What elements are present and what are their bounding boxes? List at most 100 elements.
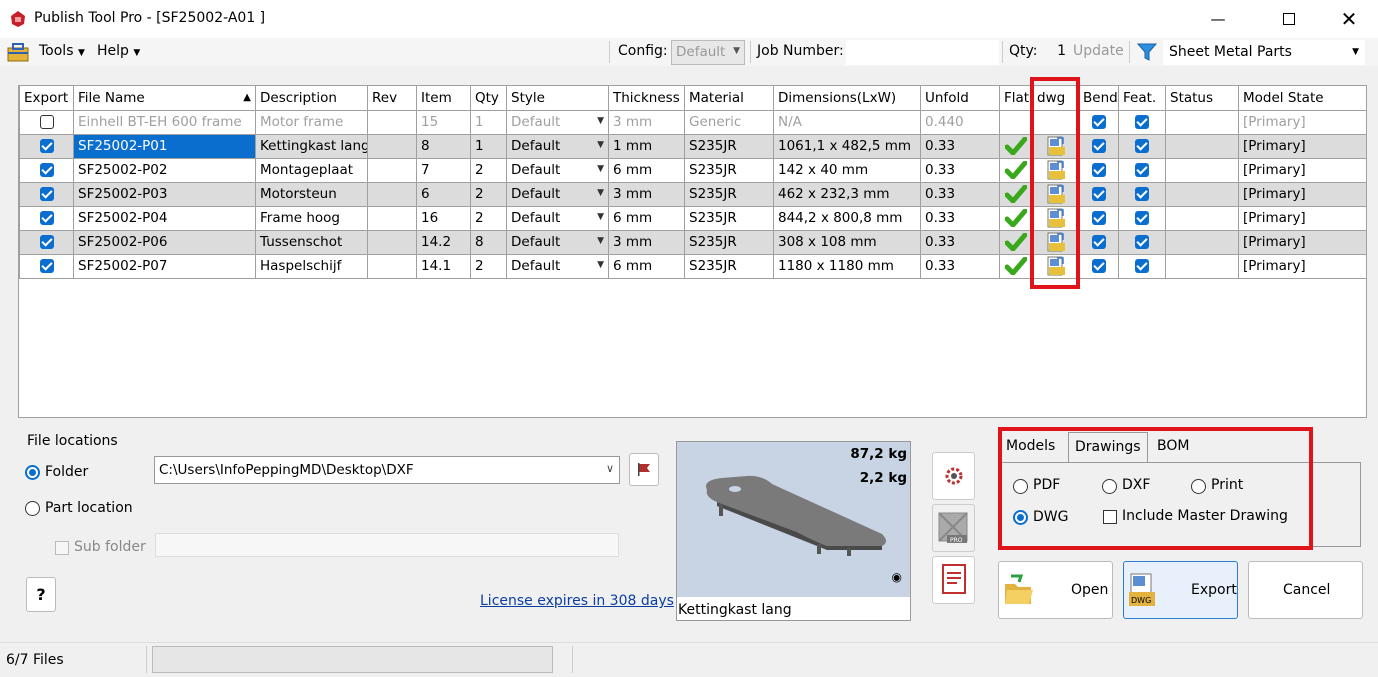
cell-qty[interactable]: 2 [470,253,507,279]
cell-qty[interactable]: 2 [470,205,507,231]
table-row[interactable]: SF25002-P01 Kettingkast lang 8 1 Default ▼ 1 m… [19,133,1366,159]
subfolder-checkbox[interactable] [55,541,69,555]
cell-state[interactable]: [Primary] [1238,157,1366,183]
cell-feat[interactable] [1118,133,1166,159]
folder-path-input[interactable]: C:\Users\InfoPeppingMD\Desktop\DXF ∨ [154,456,620,484]
export-button[interactable]: DWG Export [1123,561,1238,619]
cell-feat[interactable] [1118,109,1166,135]
checkbox[interactable] [1091,235,1106,249]
cell-mat[interactable]: S235JR [684,205,774,231]
dropdown-arrow-icon[interactable]: ▼ [597,212,604,222]
cell-style[interactable]: Default ▼ [506,205,609,231]
cell-file[interactable]: SF25002-P04 [73,205,256,231]
checkbox[interactable] [1091,115,1106,129]
checkbox[interactable] [1135,259,1149,273]
cell-desc[interactable]: Frame hoog [255,205,368,231]
checkbox[interactable] [39,139,54,153]
cell-state[interactable]: [Primary] [1238,253,1366,279]
table-row[interactable]: SF25002-P07 Haspelschijf 14.1 2 Default ▼ 6 mm… [19,253,1366,279]
update-button[interactable]: Update [1073,43,1124,59]
dropdown-arrow-icon[interactable]: ▼ [597,116,604,126]
cell-export[interactable] [19,109,74,135]
checkbox[interactable] [39,235,54,249]
job-number-input[interactable] [846,40,999,65]
checkbox[interactable] [1091,259,1106,273]
cell-state[interactable]: [Primary] [1238,229,1366,255]
cell-item[interactable]: 6 [416,181,471,207]
checkbox[interactable] [39,211,54,225]
cell-export[interactable] [19,205,74,231]
cell-item[interactable]: 16 [416,205,471,231]
cell-mat[interactable]: S235JR [684,253,774,279]
cell-thk[interactable]: 3 mm [608,181,685,207]
minimize-button[interactable]: — [1195,4,1241,34]
cell-unfold[interactable]: 0.33 [920,133,1000,159]
cell-file[interactable]: SF25002-P06 [73,229,256,255]
cell-file[interactable]: SF25002-P03 [73,181,256,207]
table-row[interactable]: SF25002-P03 Motorsteun 6 2 Default ▼ 3 mm S235J… [19,181,1366,207]
cell-mat[interactable]: S235JR [684,133,774,159]
checkbox[interactable] [39,163,54,177]
cell-dim[interactable]: 1180 x 1180 mm [773,253,921,279]
cell-rev[interactable] [367,109,417,135]
checkbox[interactable] [1091,187,1106,201]
parts-grid[interactable]: Export File Name ▲ Description Rev Item Qty Sty… [18,85,1367,418]
cell-feat[interactable] [1118,181,1166,207]
table-row[interactable]: SF25002-P02 Montageplaat 7 2 Default ▼ 6 mm S23… [19,157,1366,183]
chevron-down-icon[interactable]: ∨ [606,462,614,475]
cell-thk[interactable]: 6 mm [608,205,685,231]
column-header[interactable]: Status [1165,86,1239,111]
cell-mat[interactable]: S235JR [684,229,774,255]
cell-unfold[interactable]: 0.33 [920,157,1000,183]
cell-feat[interactable] [1118,229,1166,255]
cell-unfold[interactable]: 0.33 [920,205,1000,231]
report-button[interactable] [932,556,975,604]
cell-state[interactable]: [Primary] [1238,181,1366,207]
cell-status[interactable] [1165,109,1239,135]
cell-thk[interactable]: 6 mm [608,253,685,279]
column-header[interactable]: Flat [999,86,1033,111]
cell-status[interactable] [1165,229,1239,255]
folder-radio[interactable] [25,465,40,480]
cell-bend[interactable] [1078,157,1119,183]
cell-item[interactable]: 15 [416,109,471,135]
cancel-button[interactable]: Cancel [1248,561,1363,619]
cell-qty[interactable]: 1 [470,133,507,159]
column-header[interactable]: Export [19,86,74,111]
help-button[interactable]: ? [26,577,56,612]
cell-bend[interactable] [1078,133,1119,159]
checkbox[interactable] [39,259,54,273]
cell-bend[interactable] [1078,229,1119,255]
cell-thk[interactable]: 3 mm [608,229,685,255]
checkbox[interactable] [1135,211,1149,225]
cell-style[interactable]: Default ▼ [506,133,609,159]
cell-file[interactable]: SF25002-P01 [73,133,256,159]
cell-desc[interactable]: Tussenschot [255,229,368,255]
cell-item[interactable]: 14.1 [416,253,471,279]
cell-rev[interactable] [367,205,417,231]
cell-style[interactable]: Default ▼ [506,229,609,255]
cell-feat[interactable] [1118,253,1166,279]
cell-mat[interactable]: Generic [684,109,774,135]
cell-mat[interactable]: S235JR [684,157,774,183]
cell-status[interactable] [1165,133,1239,159]
cell-bend[interactable] [1078,109,1119,135]
checkbox[interactable] [1135,115,1149,129]
cell-rev[interactable] [367,133,417,159]
filter-icon[interactable] [1137,42,1157,62]
column-header[interactable]: File Name ▲ [73,86,256,111]
cell-rev[interactable] [367,253,417,279]
open-button[interactable]: Open [998,561,1113,619]
cell-bend[interactable] [1078,205,1119,231]
cell-qty[interactable]: 2 [470,181,507,207]
column-header[interactable]: Qty [470,86,507,111]
cell-rev[interactable] [367,157,417,183]
cell-export[interactable] [19,157,74,183]
cell-state[interactable]: [Primary] [1238,109,1366,135]
dropdown-arrow-icon[interactable]: ▼ [597,260,604,270]
help-menu[interactable]: Help ▼ [97,43,140,59]
checkbox[interactable] [1091,163,1106,177]
cell-feat[interactable] [1118,157,1166,183]
column-header[interactable]: Description [255,86,368,111]
category-select[interactable]: Sheet Metal Parts ▼ [1163,40,1365,65]
